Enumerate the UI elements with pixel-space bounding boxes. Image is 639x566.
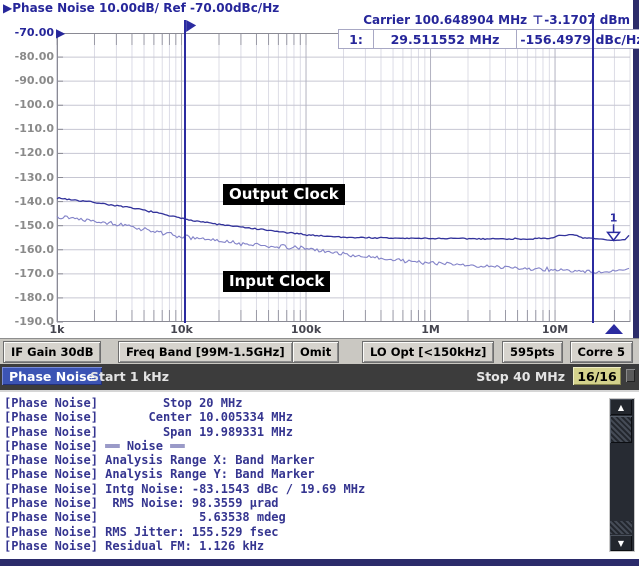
x-tick-label: 100k	[290, 323, 322, 336]
log-text: [Phase Noise] Stop 20 MHz [Phase Noise] …	[4, 396, 366, 553]
toolbar-button-lo-opt-150khz[interactable]: LO Opt [<150kHz]	[362, 341, 495, 363]
log-bottom-bar	[0, 559, 639, 566]
page-indicator-badge[interactable]: 16/16	[573, 367, 621, 385]
toolbar-button-freq-band-99m-1-5ghz[interactable]: Freq Band [99M-1.5GHz]	[118, 341, 293, 363]
phase-noise-display: ▶Phase Noise 10.00dB/ Ref -70.00dBc/Hz C…	[0, 0, 639, 338]
status-corner-button[interactable]	[626, 369, 635, 382]
band-marker-left-handle[interactable]	[184, 20, 187, 323]
ref-level-arrow-icon: ▶	[56, 26, 66, 40]
y-tick-label: -150.0	[14, 218, 54, 232]
scrollbar-thumb[interactable]	[610, 416, 632, 443]
mode-tab-phase-noise[interactable]: Phase Noise	[2, 367, 103, 385]
scrollbar-down-icon[interactable]: ▼	[610, 535, 632, 551]
marker-freq-cell: 29.511552 MHz	[374, 30, 517, 48]
marker-readout-row: 1: 29.511552 MHz -156.4979 dBc/Hz	[338, 29, 639, 49]
scrollbar-hatch	[610, 521, 632, 534]
phase-noise-plot: 1	[56, 32, 631, 323]
scrollbar-up-icon[interactable]: ▲	[610, 399, 632, 415]
x-tick-label: 1M	[421, 323, 440, 336]
y-tick-label: -130.0	[14, 170, 54, 184]
display-right-border	[633, 0, 639, 338]
y-tick-label: -190.0	[14, 315, 54, 328]
y-tick-label: -70.00	[14, 26, 54, 39]
toolbar-button-if-gain-30db[interactable]: IF Gain 30dB	[3, 341, 102, 363]
svg-text:1: 1	[610, 211, 618, 224]
softkey-toolbar: IF Gain 30dB Freq Band [99M-1.5GHz] Omit LO…	[0, 338, 639, 365]
y-tick-label: -140.0	[14, 194, 54, 208]
y-tick-label: -120.0	[14, 146, 54, 160]
stop-frequency-text: Stop 40 MHz	[476, 369, 565, 384]
start-frequency-text: Start 1 kHz	[90, 369, 170, 384]
title-arrow-icon: ▶	[3, 1, 13, 15]
marker-value-cell: -156.4979 dBc/Hz	[520, 31, 639, 47]
x-tick-label: 10k	[170, 323, 193, 336]
y-tick-label: -170.0	[14, 266, 54, 280]
input-clock-label: Input Clock	[223, 271, 331, 292]
toolbar-button-corre-5[interactable]: Corre 5	[569, 341, 633, 363]
toolbar-button-595pts[interactable]: 595pts	[502, 341, 563, 363]
output-clock-label: Output Clock	[223, 184, 345, 205]
instrument-screen: ▶Phase Noise 10.00dB/ Ref -70.00dBc/Hz C…	[0, 0, 639, 566]
band-marker-right-handle[interactable]	[591, 13, 594, 323]
y-tick-label: -180.0	[14, 290, 54, 304]
y-tick-label: -90.00	[14, 74, 54, 88]
marker-position-triangle-icon[interactable]	[604, 324, 623, 334]
trace-title: ▶Phase Noise 10.00dB/ Ref -70.00dBc/Hz	[3, 1, 279, 15]
y-tick-label: -110.0	[14, 122, 54, 136]
log-panel: [Phase Noise] Stop 20 MHz [Phase Noise] …	[0, 390, 639, 566]
x-tick-label: 10M	[541, 323, 569, 336]
trace-title-text: Phase Noise 10.00dB/ Ref -70.00dBc/Hz	[12, 1, 280, 15]
y-tick-label: -100.0	[14, 98, 54, 112]
band-marker-flag-icon	[186, 20, 197, 32]
scrollbar-track[interactable]	[610, 443, 632, 518]
y-tick-label: -80.00	[14, 50, 54, 64]
carrier-power-text: -3.1707 dBm	[544, 13, 630, 27]
x-tick-label: 1k	[49, 323, 65, 336]
status-bar: Phase Noise Start 1 kHz Stop 40 MHz 16/1…	[0, 364, 639, 390]
carrier-freq-text: Carrier 100.648904 MHz	[363, 13, 532, 27]
log-scrollbar[interactable]: ▲ ▼	[609, 398, 635, 552]
carrier-level-tee-icon: ⊤	[532, 13, 544, 27]
carrier-readout: Carrier 100.648904 MHz ⊤-3.1707 dBm	[300, 13, 630, 27]
marker-id-cell: 1:	[339, 30, 374, 48]
toolbar-button-omit[interactable]: Omit	[292, 341, 340, 363]
y-tick-label: -160.0	[14, 242, 54, 256]
